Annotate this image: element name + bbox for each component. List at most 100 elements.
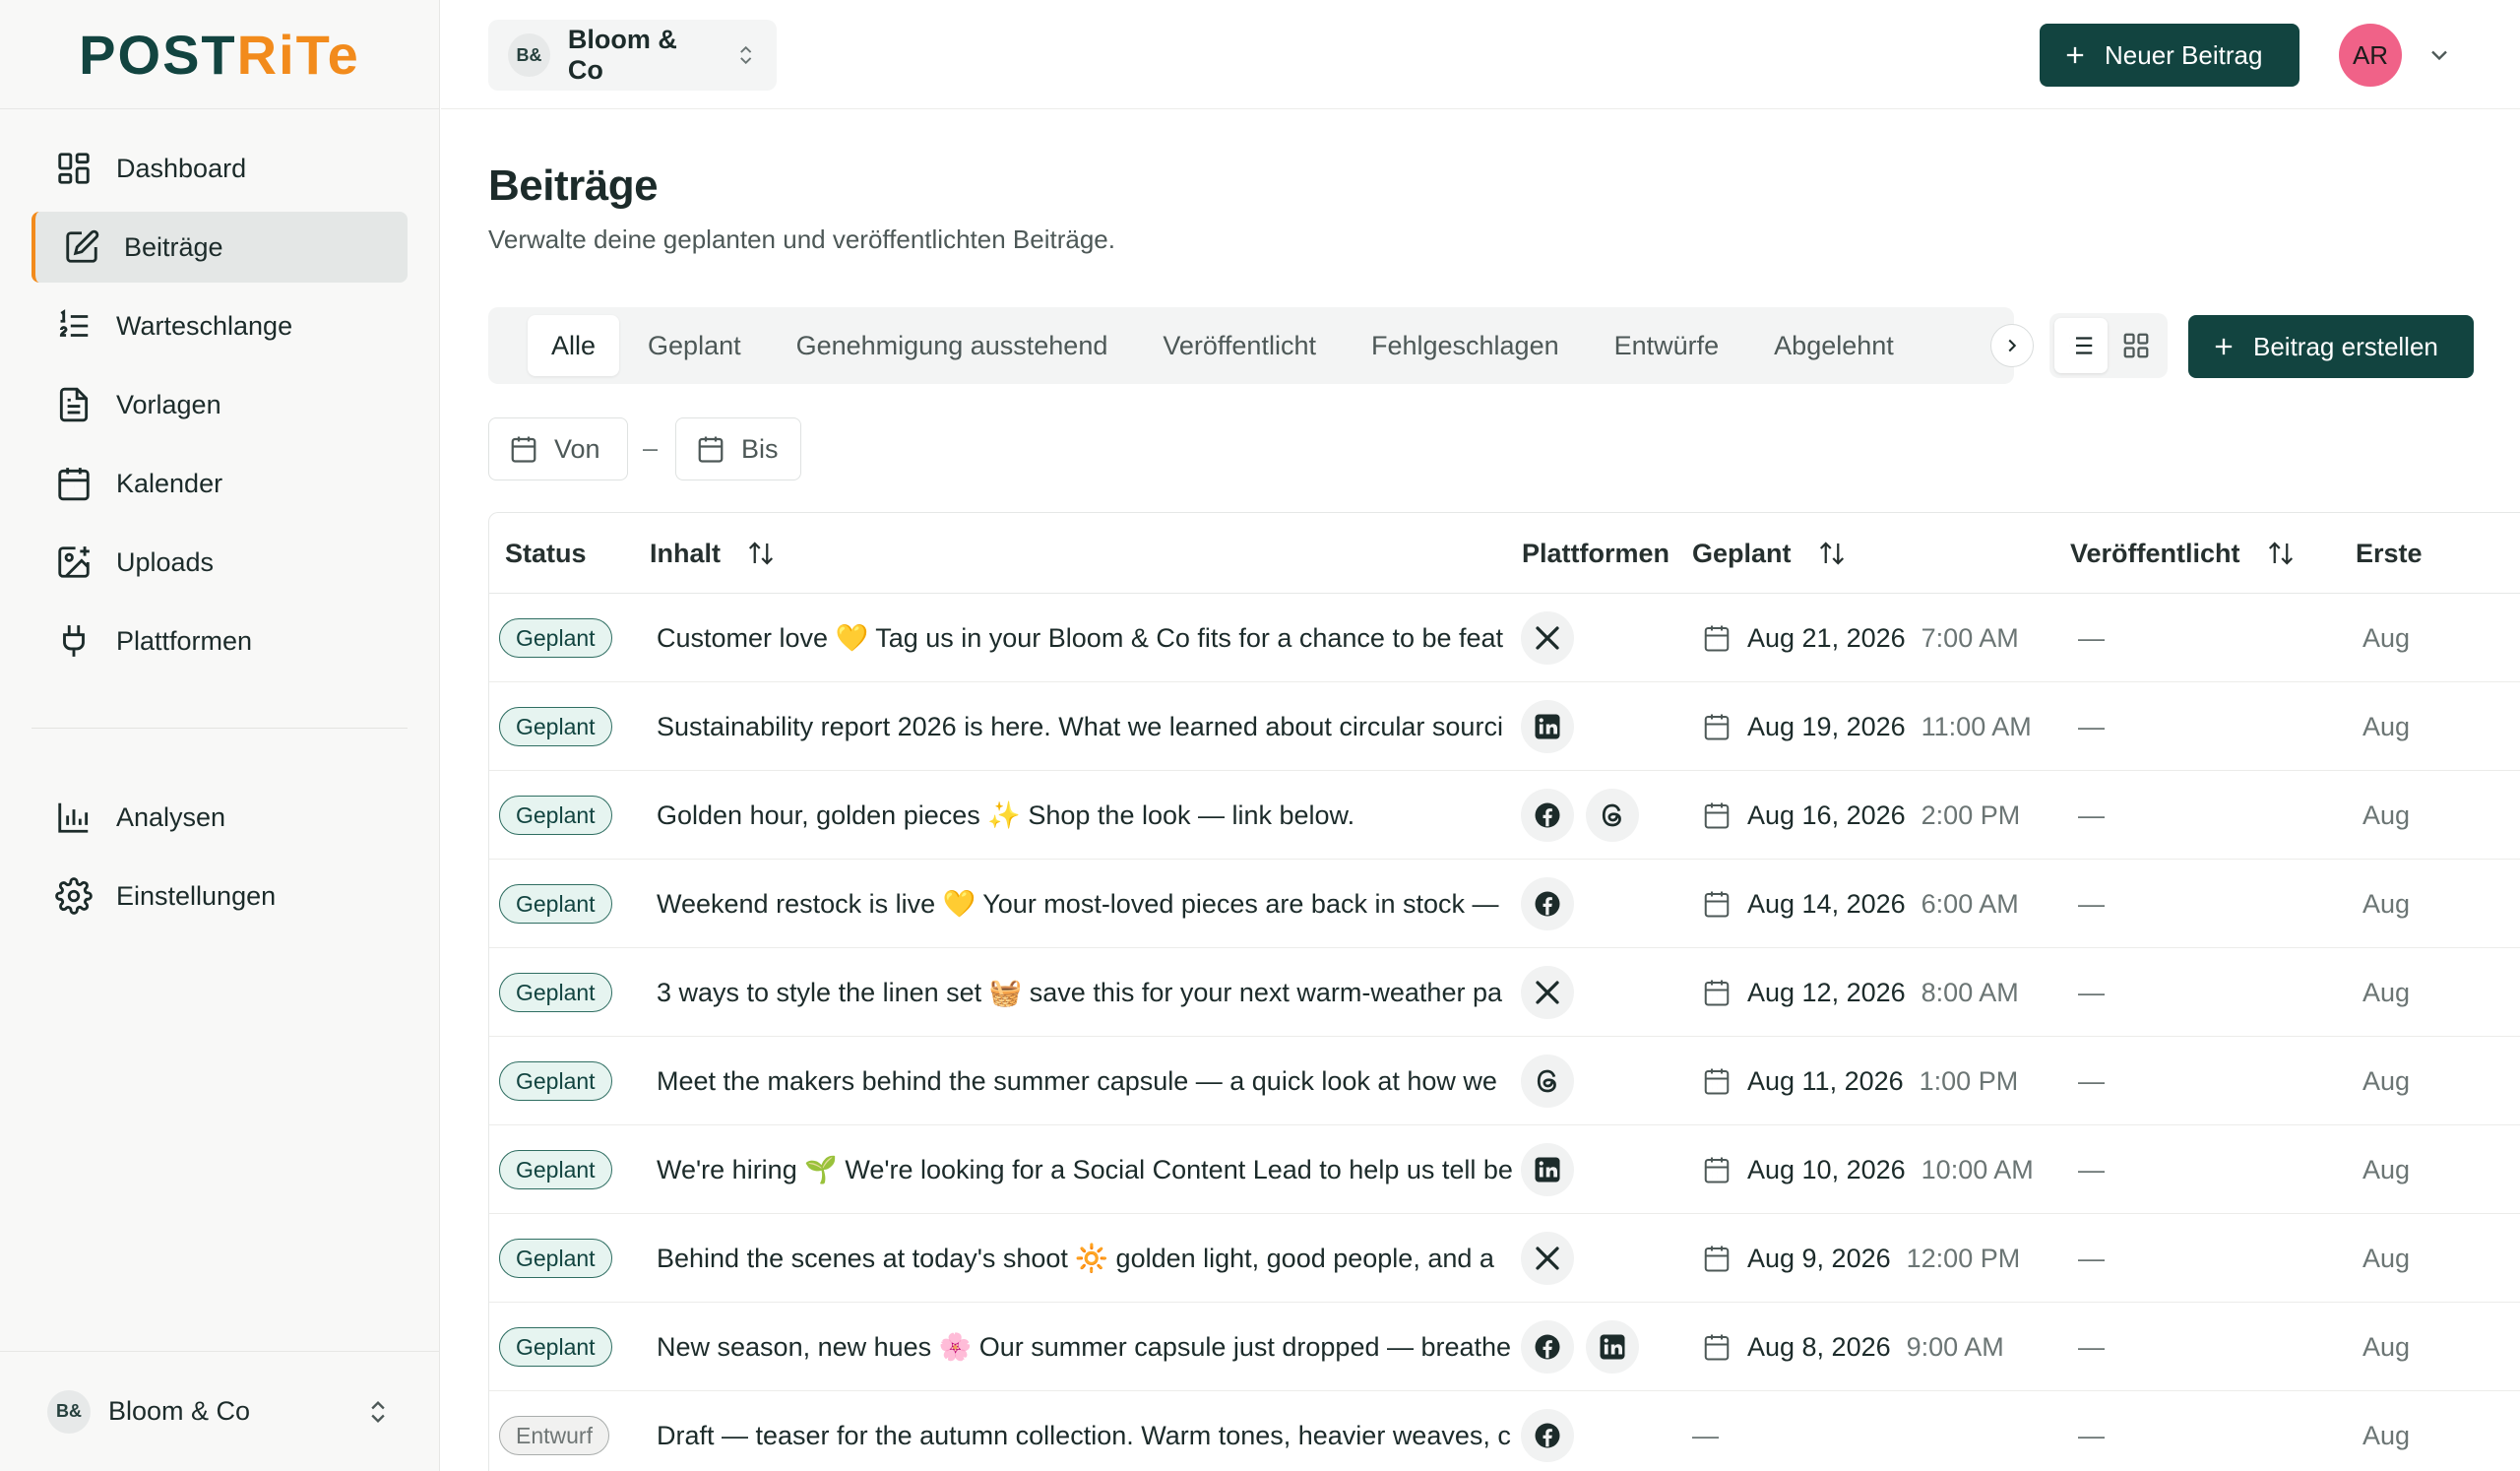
content-cell[interactable]: We're hiring 🌱 We're looking for a Socia… [657, 1125, 1550, 1214]
new-post-label: Neuer Beitrag [2105, 39, 2263, 70]
table-header: Status Inhalt Plattformen Geplant Veröff… [489, 513, 2520, 594]
sidebar-item-uploads[interactable]: Uploads [32, 527, 408, 598]
logo[interactable]: POST RiTe [0, 0, 439, 109]
scheduled-date: Aug 10, 2026 [1747, 1154, 1906, 1184]
status-cell: Geplant [499, 771, 612, 860]
table-row[interactable]: Geplant Weekend restock is live 💛 Your mo… [489, 860, 2520, 948]
post-content: 3 ways to style the linen set 🧺 save thi… [657, 978, 1502, 1007]
table-row[interactable]: Geplant New season, new hues 🌸 Our summer… [489, 1303, 2520, 1391]
created-cell: Aug [2362, 1037, 2410, 1125]
published-value: — [2078, 711, 2105, 741]
date-from-label: Von [554, 433, 600, 464]
platforms-cell [1521, 1125, 1586, 1214]
workspace-badge: B& [47, 1389, 91, 1434]
tab-abgelehnt[interactable]: Abgelehnt [1757, 315, 1911, 376]
sidebar-item-kalender[interactable]: Kalender [32, 448, 408, 519]
content-cell[interactable]: 3 ways to style the linen set 🧺 save thi… [657, 948, 1550, 1037]
published-value: — [2078, 1243, 2105, 1273]
tab-genehmigung-ausstehend[interactable]: Genehmigung ausstehend [780, 315, 1125, 376]
table-row[interactable]: Geplant Behind the scenes at today's shoo… [489, 1214, 2520, 1303]
sort-icon[interactable] [1817, 539, 1847, 568]
topbar: B& Bloom & Co Neuer Beitrag AR [441, 0, 2520, 109]
tab-alle[interactable]: Alle [528, 315, 620, 376]
published-value: — [2078, 977, 2105, 1007]
created-cell: Aug [2362, 594, 2410, 682]
scheduled-time: 12:00 PM [1906, 1243, 2021, 1273]
table-row[interactable]: Geplant Meet the makers behind the summer… [489, 1037, 2520, 1125]
column-header-scheduled[interactable]: Geplant [1692, 513, 1847, 594]
published-value: — [2078, 1420, 2105, 1450]
linkedin-icon [1521, 700, 1574, 753]
sidebar-item-analysen[interactable]: Analysen [32, 782, 408, 853]
sidebar-item-label: Warteschlange [116, 310, 293, 341]
content-cell[interactable]: Meet the makers behind the summer capsul… [657, 1037, 1550, 1125]
created-value: Aug [2362, 622, 2411, 653]
sort-icon[interactable] [746, 539, 776, 568]
sort-icon[interactable] [2266, 539, 2296, 568]
status-cell: Geplant [499, 860, 612, 948]
created-value: Aug [2362, 1154, 2411, 1184]
table-row[interactable]: Geplant Customer love 💛 Tag us in your Bl… [489, 594, 2520, 682]
sidebar-item-einstellungen[interactable]: Einstellungen [32, 861, 408, 931]
chevron-right-icon [2008, 339, 2017, 352]
post-content: Golden hour, golden pieces ✨ Shop the lo… [657, 800, 1355, 830]
content-cell[interactable]: New season, new hues 🌸 Our summer capsul… [657, 1303, 1550, 1391]
table-row[interactable]: Geplant Sustainability report 2026 is her… [489, 682, 2520, 771]
date-to-picker[interactable]: Bis [675, 417, 801, 480]
chevron-updown-icon [739, 45, 751, 65]
list-view-button[interactable] [2054, 318, 2108, 373]
scheduled-date: Aug 9, 2026 [1747, 1243, 1891, 1273]
chevron-down-icon[interactable] [2426, 41, 2453, 69]
platforms-cell [1521, 682, 1586, 771]
tabs-scroll-right-button[interactable] [1990, 324, 2034, 367]
status-cell: Geplant [499, 1303, 612, 1391]
table-row[interactable]: Geplant Golden hour, golden pieces ✨ Shop… [489, 771, 2520, 860]
created-value: Aug [2362, 799, 2411, 830]
sidebar-item-plattformen[interactable]: Plattformen [32, 606, 408, 676]
created-value: Aug [2362, 1420, 2411, 1450]
published-cell: — [2078, 1037, 2105, 1125]
column-header-label: Inhalt [650, 538, 721, 568]
scheduled-cell: — [1692, 1391, 1719, 1471]
table-row[interactable]: Geplant We're hiring 🌱 We're looking for … [489, 1125, 2520, 1214]
tab-fehlgeschlagen[interactable]: Fehlgeschlagen [1354, 315, 1576, 376]
table-row[interactable]: Geplant 3 ways to style the linen set 🧺 s… [489, 948, 2520, 1037]
content-cell[interactable]: Golden hour, golden pieces ✨ Shop the lo… [657, 771, 1550, 860]
new-post-button[interactable]: Neuer Beitrag [2040, 24, 2300, 87]
content-cell[interactable]: Behind the scenes at today's shoot 🔆 gol… [657, 1214, 1550, 1303]
sidebar-item-vorlagen[interactable]: Vorlagen [32, 369, 408, 440]
queue-icon [59, 309, 89, 337]
create-post-label: Beitrag erstellen [2253, 331, 2438, 361]
view-toggle [2049, 313, 2168, 378]
content-cell[interactable]: Sustainability report 2026 is here. What… [657, 682, 1550, 771]
tab-veroeffentlicht[interactable]: Veröffentlicht [1146, 315, 1333, 376]
column-header-published[interactable]: Veröffentlicht [2070, 513, 2296, 594]
sidebar-nav: Dashboard Beiträge Warteschlange Vorlage… [0, 109, 439, 931]
column-header-content[interactable]: Inhalt [650, 513, 776, 594]
column-header-label: Geplant [1692, 538, 1792, 568]
workspace-switcher-top[interactable]: B& Bloom & Co [488, 20, 777, 91]
workspace-switcher-bottom[interactable]: B& Bloom & Co [0, 1351, 439, 1471]
grid-view-button[interactable] [2110, 318, 2163, 373]
sidebar-item-beitraege[interactable]: Beiträge [32, 212, 408, 283]
tab-entwuerfe[interactable]: Entwürfe [1598, 315, 1736, 376]
status-badge: Geplant [499, 796, 612, 835]
avatar[interactable]: AR [2339, 24, 2402, 87]
published-cell: — [2078, 860, 2105, 948]
status-badge: Geplant [499, 707, 612, 746]
create-post-button[interactable]: Beitrag erstellen [2188, 315, 2474, 378]
sidebar-item-dashboard[interactable]: Dashboard [32, 133, 408, 204]
table-row[interactable]: Entwurf Draft — teaser for the autumn col… [489, 1391, 2520, 1471]
scheduled-date: Aug 16, 2026 [1747, 799, 1906, 830]
scheduled-cell: Aug 9, 2026 12:00 PM [1702, 1214, 2020, 1303]
date-from-picker[interactable]: Von [488, 417, 628, 480]
tab-geplant[interactable]: Geplant [631, 315, 758, 376]
content-cell[interactable]: Weekend restock is live 💛 Your most-love… [657, 860, 1550, 948]
content-cell[interactable]: Customer love 💛 Tag us in your Bloom & C… [657, 594, 1550, 682]
scheduled-time: 1:00 PM [1919, 1065, 2019, 1096]
sidebar-item-label: Analysen [116, 801, 226, 832]
published-value: — [2078, 1154, 2105, 1184]
sidebar-item-warteschlange[interactable]: Warteschlange [32, 290, 408, 361]
content-cell[interactable]: Draft — teaser for the autumn collection… [657, 1391, 1550, 1471]
scheduled-time: 10:00 AM [1921, 1154, 2034, 1184]
